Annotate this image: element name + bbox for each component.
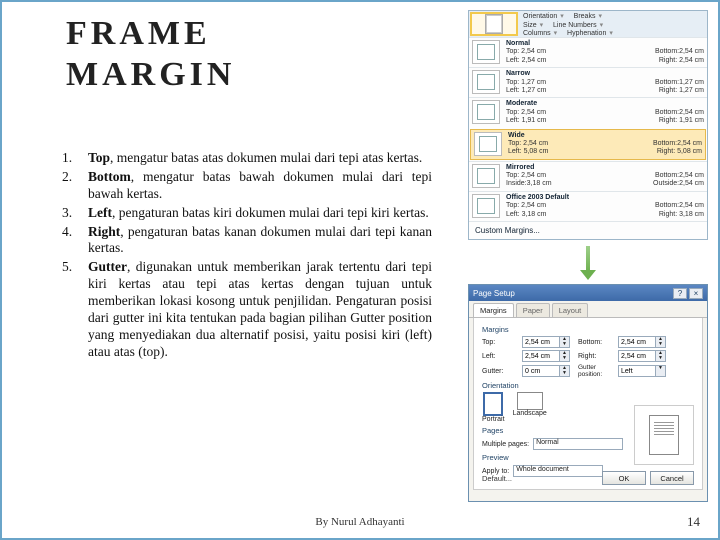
preset-info: NormalTop: 2,54 cmBottom:2,54 cmLeft: 2,… — [506, 40, 704, 65]
right-label: Right: — [578, 353, 612, 360]
right-field[interactable]: ▲▼ — [618, 350, 668, 362]
landscape-label: Landscape — [513, 410, 547, 417]
preview-page-icon — [649, 415, 679, 455]
list-text: Gutter, digunakan untuk memberikan jarak… — [88, 259, 432, 360]
margins-button[interactable] — [470, 12, 518, 36]
preset-info: ModerateTop: 2,54 cmBottom:2,54 cmLeft: … — [506, 100, 704, 125]
list-number: 1. — [62, 150, 88, 167]
list-item: 4.Right, pengaturan batas kanan dokumen … — [62, 224, 432, 258]
left-label: Left: — [482, 353, 516, 360]
multiple-pages-select[interactable]: Normal — [533, 438, 623, 450]
list-number: 4. — [62, 224, 88, 258]
list-text: Right, pengaturan batas kanan dokumen mu… — [88, 224, 432, 258]
preset-info: NarrowTop: 1,27 cmBottom:1,27 cmLeft: 1,… — [506, 70, 704, 95]
margin-preset-normal[interactable]: NormalTop: 2,54 cmBottom:2,54 cmLeft: 2,… — [469, 37, 707, 67]
slide-title: FRAME MARGIN — [66, 14, 235, 96]
help-icon[interactable]: ? — [673, 288, 687, 299]
page-icon — [485, 14, 503, 34]
line-numbers-label[interactable]: Line Numbers — [553, 22, 597, 30]
preset-info: WideTop: 2,54 cmBottom:2,54 cmLeft: 5,08… — [508, 132, 702, 157]
group-orientation: Orientation — [482, 381, 694, 390]
figure-composite: Orientation▾ Breaks▾ Size▾ Line Numbers▾… — [468, 10, 708, 520]
orientation-label[interactable]: Orientation — [523, 13, 557, 21]
margin-preset-narrow[interactable]: NarrowTop: 1,27 cmBottom:1,27 cmLeft: 1,… — [469, 67, 707, 97]
margin-preset-moderate[interactable]: ModerateTop: 2,54 cmBottom:2,54 cmLeft: … — [469, 97, 707, 127]
apply-to-select[interactable]: Whole document — [513, 465, 603, 477]
landscape-icon — [517, 392, 543, 410]
default-button[interactable]: Default... — [482, 474, 512, 483]
page-setup-dialog: Page Setup ? × Margins Paper Layout Marg… — [468, 284, 708, 502]
list-text: Bottom, mengatur batas bawah dokumen mul… — [88, 169, 432, 203]
portrait-icon — [483, 392, 503, 416]
preset-thumb-icon — [472, 164, 500, 188]
top-field[interactable]: ▲▼ — [522, 336, 572, 348]
ok-button[interactable]: OK — [602, 471, 646, 485]
close-icon[interactable]: × — [689, 288, 703, 299]
gutter-pos-label: Gutter position: — [578, 364, 612, 378]
list-text: Top, mengatur batas atas dokumen mulai d… — [88, 150, 432, 167]
multiple-pages-label: Multiple pages: — [482, 441, 529, 448]
dialog-title: Page Setup — [473, 289, 515, 298]
preset-thumb-icon — [472, 40, 500, 64]
columns-label[interactable]: Columns — [523, 30, 551, 38]
margin-preset-office-2003-default[interactable]: Office 2003 DefaultTop: 2,54 cmBottom:2,… — [469, 191, 707, 221]
gutter-field[interactable]: ▲▼ — [522, 365, 572, 377]
title-line1: FRAME — [66, 14, 235, 55]
arrow-down-icon — [582, 246, 594, 278]
margin-preset-wide[interactable]: WideTop: 2,54 cmBottom:2,54 cmLeft: 5,08… — [470, 129, 706, 160]
preset-info: MirroredTop: 2,54 cmBottom:2,54 cmInside… — [506, 164, 704, 189]
orientation-landscape[interactable]: Landscape — [513, 392, 547, 423]
size-label[interactable]: Size — [523, 22, 537, 30]
custom-margins-button[interactable]: Custom Margins... — [469, 221, 707, 239]
bottom-field[interactable]: ▲▼ — [618, 336, 668, 348]
preset-info: Office 2003 DefaultTop: 2,54 cmBottom:2,… — [506, 194, 704, 219]
margin-preset-mirrored[interactable]: MirroredTop: 2,54 cmBottom:2,54 cmInside… — [469, 161, 707, 191]
preset-thumb-icon — [472, 100, 500, 124]
tab-paper[interactable]: Paper — [516, 303, 550, 317]
tab-margins[interactable]: Margins — [473, 303, 514, 317]
dialog-tabs: Margins Paper Layout — [469, 301, 707, 318]
list-item: 3.Left, pengaturan batas kiri dokumen mu… — [62, 205, 432, 222]
preview-box — [634, 405, 694, 465]
list-item: 1.Top, mengatur batas atas dokumen mulai… — [62, 150, 432, 167]
preset-thumb-icon — [472, 194, 500, 218]
list-item: 5.Gutter, digunakan untuk memberikan jar… — [62, 259, 432, 360]
list-text: Left, pengaturan batas kiri dokumen mula… — [88, 205, 432, 222]
dialog-titlebar: Page Setup ? × — [469, 285, 707, 301]
bottom-label: Bottom: — [578, 339, 612, 346]
group-margins: Margins — [482, 325, 694, 334]
breaks-label[interactable]: Breaks — [574, 13, 596, 21]
list-number: 3. — [62, 205, 88, 222]
numbered-list: 1.Top, mengatur batas atas dokumen mulai… — [62, 150, 432, 363]
title-line2: MARGIN — [66, 55, 235, 96]
list-number: 5. — [62, 259, 88, 360]
margins-gallery: Orientation▾ Breaks▾ Size▾ Line Numbers▾… — [468, 10, 708, 240]
margins-gallery-header: Orientation▾ Breaks▾ Size▾ Line Numbers▾… — [469, 11, 707, 37]
cancel-button[interactable]: Cancel — [650, 471, 694, 485]
orientation-portrait[interactable]: Portrait — [482, 392, 505, 423]
hyphenation-label[interactable]: Hyphenation — [567, 30, 606, 38]
gutter-pos-field[interactable]: ▼ — [618, 365, 668, 377]
list-number: 2. — [62, 169, 88, 203]
top-label: Top: — [482, 339, 516, 346]
gutter-label: Gutter: — [482, 368, 516, 375]
preset-thumb-icon — [472, 70, 500, 94]
tab-layout[interactable]: Layout — [552, 303, 589, 317]
list-item: 2.Bottom, mengatur batas bawah dokumen m… — [62, 169, 432, 203]
portrait-label: Portrait — [482, 416, 505, 423]
left-field[interactable]: ▲▼ — [522, 350, 572, 362]
preset-thumb-icon — [474, 132, 502, 156]
